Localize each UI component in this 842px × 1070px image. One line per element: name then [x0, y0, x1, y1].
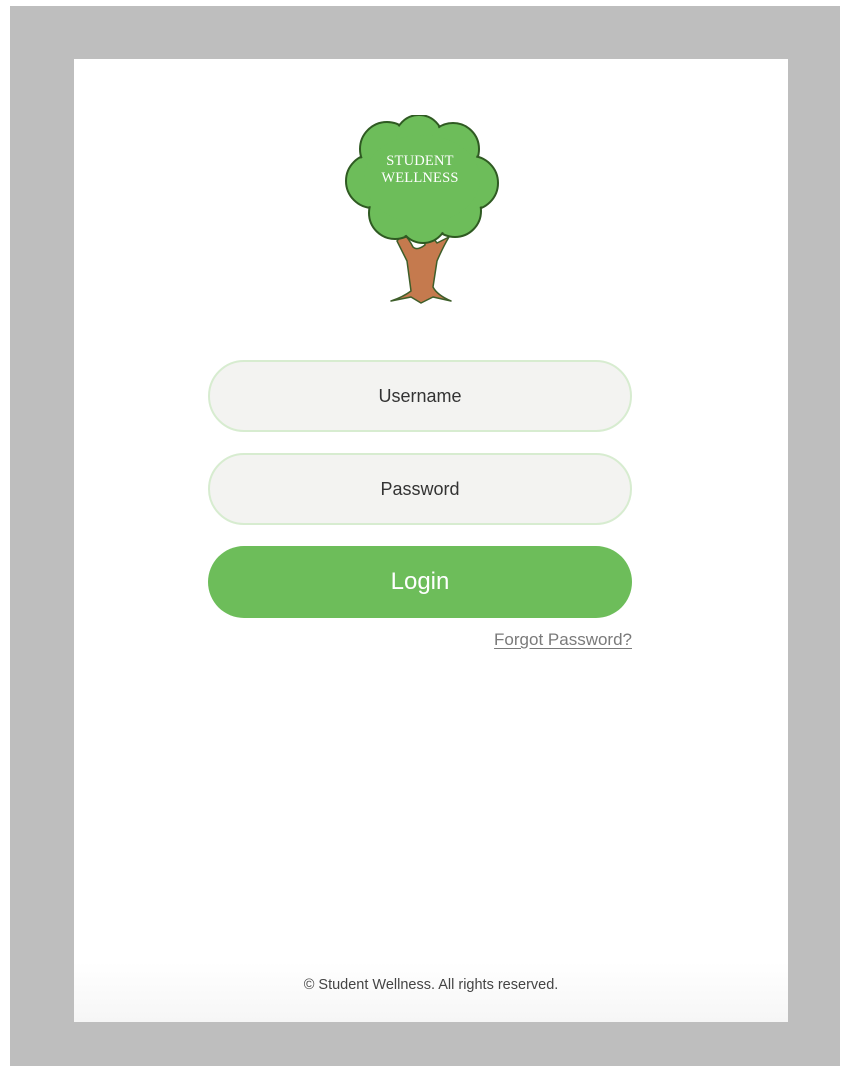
- username-input[interactable]: [208, 360, 632, 432]
- footer: © Student Wellness. All rights reserved.: [74, 962, 788, 1022]
- student-wellness-logo: STUDENT WELLNESS: [337, 115, 503, 305]
- logo-text-line1: STUDENT: [386, 153, 454, 169]
- forgot-password-link[interactable]: Forgot Password?: [494, 630, 632, 650]
- login-card: STUDENT WELLNESS Login Forgot Password? …: [74, 59, 788, 1022]
- tree-logo-icon: [345, 115, 499, 304]
- login-button[interactable]: Login: [208, 546, 632, 618]
- password-input[interactable]: [208, 453, 632, 525]
- logo-text-line2: WELLNESS: [381, 170, 459, 186]
- copyright-text: © Student Wellness. All rights reserved.: [303, 977, 559, 993]
